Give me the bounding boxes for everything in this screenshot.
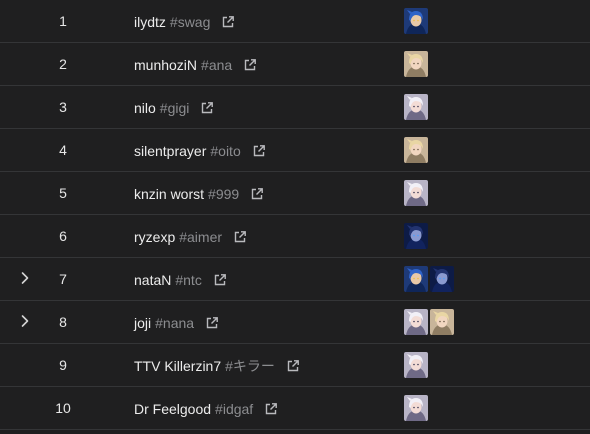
white-haired-agent-portrait	[404, 94, 428, 120]
external-link-icon[interactable]	[286, 359, 300, 373]
white-haired-agent-portrait	[404, 395, 428, 421]
dark-blue-agent-portrait	[404, 223, 428, 249]
player-tag: #nana	[155, 314, 195, 331]
leaderboard-row: 9 TTV Killerzin7 #キラー	[0, 344, 590, 387]
player-tag: #ana	[201, 56, 233, 73]
agents-played	[404, 51, 428, 77]
player-cell: knzin worst #999	[134, 172, 264, 215]
rank-number: 6	[59, 228, 67, 244]
agents-played	[404, 94, 428, 120]
rank-number: 9	[59, 357, 67, 373]
chevron-right-icon[interactable]	[18, 271, 32, 285]
agents-played	[404, 309, 454, 335]
agents-played	[404, 8, 428, 34]
player-cell: TTV Killerzin7 #キラー	[134, 344, 300, 387]
player-cell: ilydtz #swag	[134, 0, 235, 43]
player-cell: nilo #gigi	[134, 86, 214, 129]
external-link-icon[interactable]	[243, 58, 257, 72]
player-name[interactable]: nataN	[134, 272, 171, 288]
rank-number: 8	[59, 314, 67, 330]
player-tag: #idgaf	[215, 400, 254, 417]
player-name[interactable]: munhoziN	[134, 57, 197, 73]
rank-number: 2	[59, 56, 67, 72]
player-tag: #999	[208, 185, 240, 202]
blue-hooded-agent-portrait	[404, 266, 428, 292]
player-name[interactable]: nilo	[134, 100, 156, 116]
external-link-icon[interactable]	[252, 144, 266, 158]
leaderboard-row: 4 silentprayer #oito	[0, 129, 590, 172]
external-link-icon[interactable]	[200, 101, 214, 115]
agents-played	[404, 223, 428, 249]
dark-blue-agent-portrait	[430, 266, 454, 292]
external-link-icon[interactable]	[221, 15, 235, 29]
player-name[interactable]: knzin worst	[134, 186, 204, 202]
white-haired-agent-portrait	[404, 180, 428, 206]
player-tag: #oito	[210, 142, 241, 159]
player-name[interactable]: silentprayer	[134, 143, 206, 159]
leaderboard-row: 3 nilo #gigi	[0, 86, 590, 129]
player-name[interactable]: ilydtz	[134, 14, 166, 30]
leaderboard-row: 1 ilydtz #swag	[0, 0, 590, 43]
agents-played	[404, 266, 454, 292]
external-link-icon[interactable]	[233, 230, 247, 244]
leaderboard-row: 5 knzin worst #999	[0, 172, 590, 215]
external-link-icon[interactable]	[250, 187, 264, 201]
blonde-agent-portrait	[430, 309, 454, 335]
rank-number: 1	[59, 13, 67, 29]
agents-played	[404, 180, 428, 206]
agents-played	[404, 137, 428, 163]
player-tag: #swag	[169, 13, 211, 30]
player-cell: Dr Feelgood #idgaf	[134, 387, 278, 430]
player-cell: nataN #ntc	[134, 258, 227, 301]
blue-hooded-agent-portrait	[404, 8, 428, 34]
chevron-right-icon[interactable]	[18, 314, 32, 328]
player-cell: joji #nana	[134, 301, 219, 344]
rank-number: 10	[55, 400, 71, 416]
leaderboard-row[interactable]: 7 nataN #ntc	[0, 258, 590, 301]
leaderboard-row: 10 Dr Feelgood #idgaf	[0, 387, 590, 430]
player-cell: silentprayer #oito	[134, 129, 266, 172]
player-cell: munhoziN #ana	[134, 43, 257, 86]
leaderboard: 1 ilydtz #swag 2 munhoziN #ana 3 nilo #g…	[0, 0, 590, 434]
player-tag: #キラー	[225, 357, 275, 374]
rank-number: 3	[59, 99, 67, 115]
rank-number: 5	[59, 185, 67, 201]
white-haired-agent-portrait	[404, 309, 428, 335]
blonde-agent-portrait	[404, 137, 428, 163]
external-link-icon[interactable]	[205, 316, 219, 330]
agents-played	[404, 395, 428, 421]
white-haired-agent-portrait	[404, 352, 428, 378]
player-tag: #ntc	[175, 271, 202, 288]
player-name[interactable]: TTV Killerzin7	[134, 358, 221, 374]
external-link-icon[interactable]	[213, 273, 227, 287]
leaderboard-row: 2 munhoziN #ana	[0, 43, 590, 86]
rank-number: 7	[59, 271, 67, 287]
agents-played	[404, 352, 428, 378]
player-name[interactable]: joji	[134, 315, 151, 331]
player-name[interactable]: ryzexp	[134, 229, 175, 245]
player-tag: #aimer	[179, 228, 223, 245]
player-tag: #gigi	[159, 99, 190, 116]
leaderboard-row: 6 ryzexp #aimer	[0, 215, 590, 258]
external-link-icon[interactable]	[264, 402, 278, 416]
rank-number: 4	[59, 142, 67, 158]
player-cell: ryzexp #aimer	[134, 215, 247, 258]
player-name[interactable]: Dr Feelgood	[134, 401, 211, 417]
leaderboard-row[interactable]: 8 joji #nana	[0, 301, 590, 344]
blonde-agent-portrait	[404, 51, 428, 77]
